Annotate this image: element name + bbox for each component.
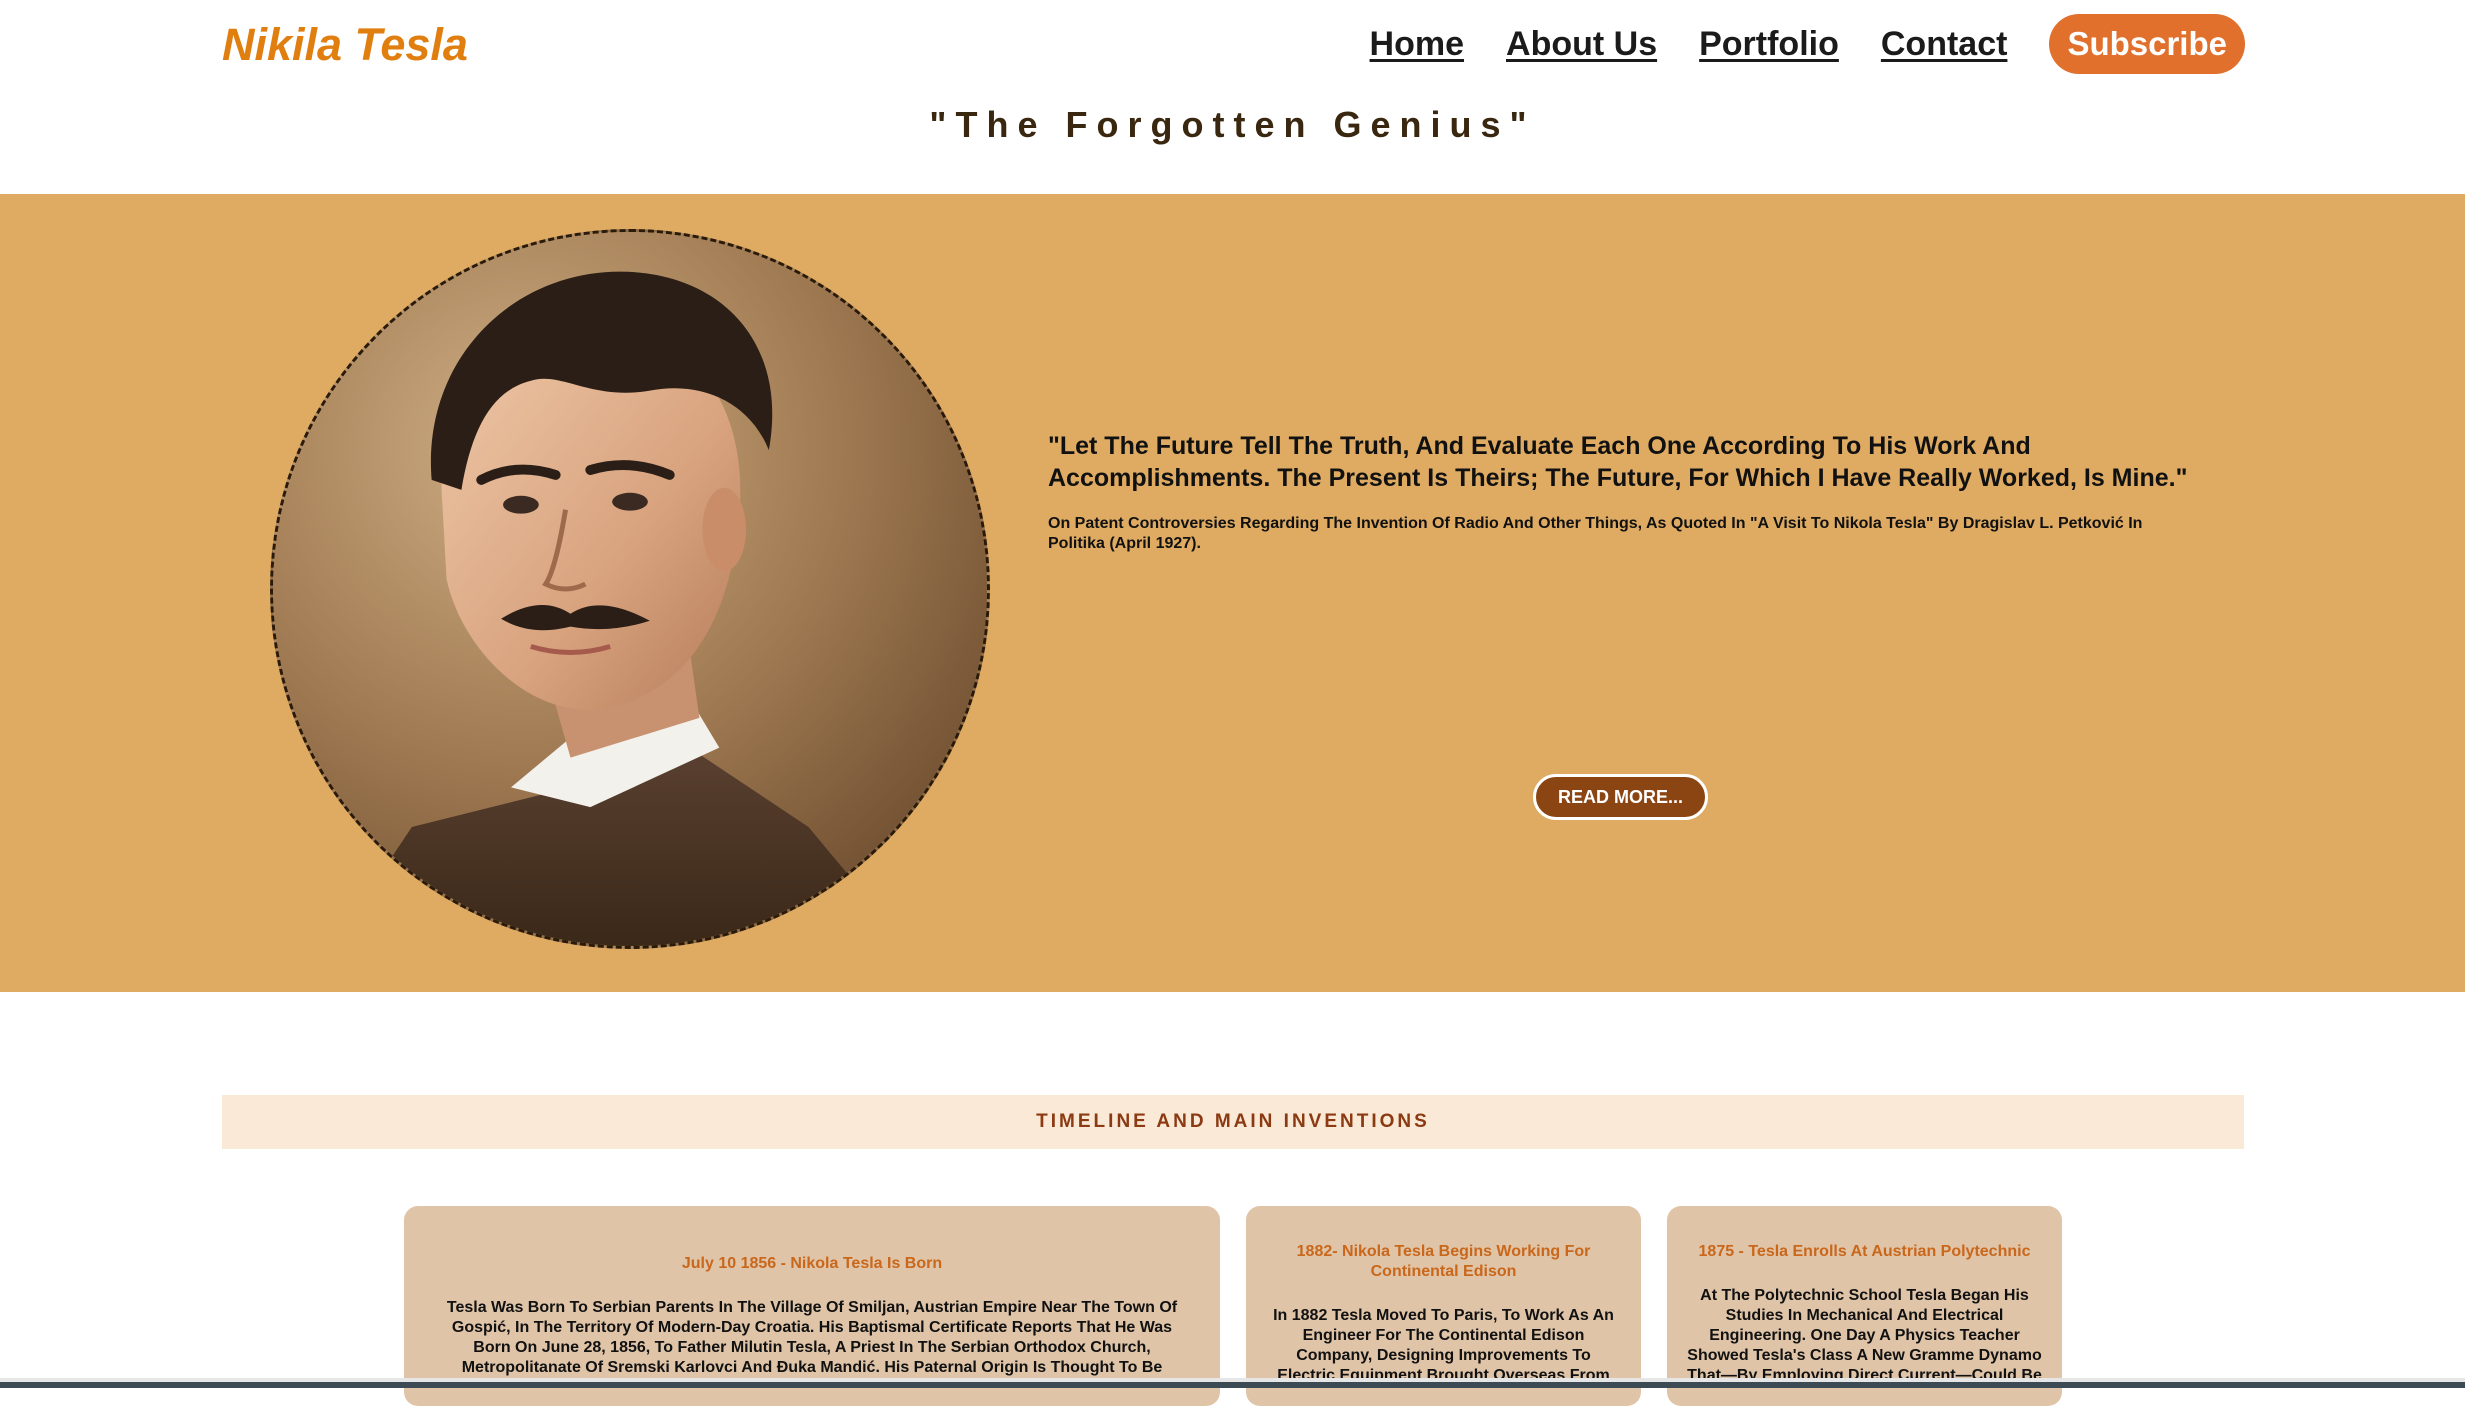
nav-link-about-us[interactable]: About Us <box>1506 25 1657 64</box>
timeline-card[interactable]: 1875 - Tesla Enrolls At Austrian Polytec… <box>1667 1206 2062 1406</box>
hero-quote: "Let The Future Tell The Truth, And Eval… <box>1048 432 2188 492</box>
nav-link-home[interactable]: Home <box>1370 25 1464 64</box>
quote-block: "Let The Future Tell The Truth, And Eval… <box>1048 430 2188 554</box>
nav-link-portfolio[interactable]: Portfolio <box>1699 25 1839 64</box>
subscribe-button[interactable]: Subscribe <box>2049 14 2245 74</box>
timeline-heading: TIMELINE AND MAIN INVENTIONS <box>1036 1111 1430 1132</box>
timeline-heading-bar: TIMELINE AND MAIN INVENTIONS <box>222 1095 2244 1149</box>
timeline-card-text: In 1882 Tesla Moved To Paris, To Work As… <box>1273 1307 1614 1384</box>
timeline-card-title: July 10 1856 - Nikola Tesla Is Born <box>681 1255 943 1272</box>
page-tagline: "The Forgotten Genius" <box>929 104 1536 145</box>
site-logo[interactable]: Nikila Tesla <box>222 18 468 72</box>
timeline-card-title: 1882- Nikola Tesla Begins Working For Co… <box>1296 1243 1591 1280</box>
hero-section: "Let The Future Tell The Truth, And Eval… <box>0 194 2465 992</box>
tesla-portrait-image <box>270 229 990 949</box>
quote-attribution: On Patent Controversies Regarding The In… <box>1048 515 2143 552</box>
main-nav: Home About Us Portfolio Contact Subscrib… <box>1370 14 2245 74</box>
portrait-illustration <box>273 232 987 946</box>
timeline-card[interactable]: July 10 1856 - Nikola Tesla Is Born Tesl… <box>404 1206 1220 1406</box>
timeline-card[interactable]: 1882- Nikola Tesla Begins Working For Co… <box>1246 1206 1641 1406</box>
timeline-card-text: Tesla Was Born To Serbian Parents In The… <box>446 1299 1178 1376</box>
timeline-card-text: At The Polytechnic School Tesla Began Hi… <box>1687 1287 2042 1384</box>
taskbar-edge <box>0 1382 2465 1388</box>
nav-link-contact[interactable]: Contact <box>1881 25 2008 64</box>
read-more-button[interactable]: READ MORE... <box>1533 774 1708 820</box>
timeline-card-title: 1875 - Tesla Enrolls At Austrian Polytec… <box>1698 1243 2031 1260</box>
site-header: Nikila Tesla Home About Us Portfolio Con… <box>0 0 2465 90</box>
